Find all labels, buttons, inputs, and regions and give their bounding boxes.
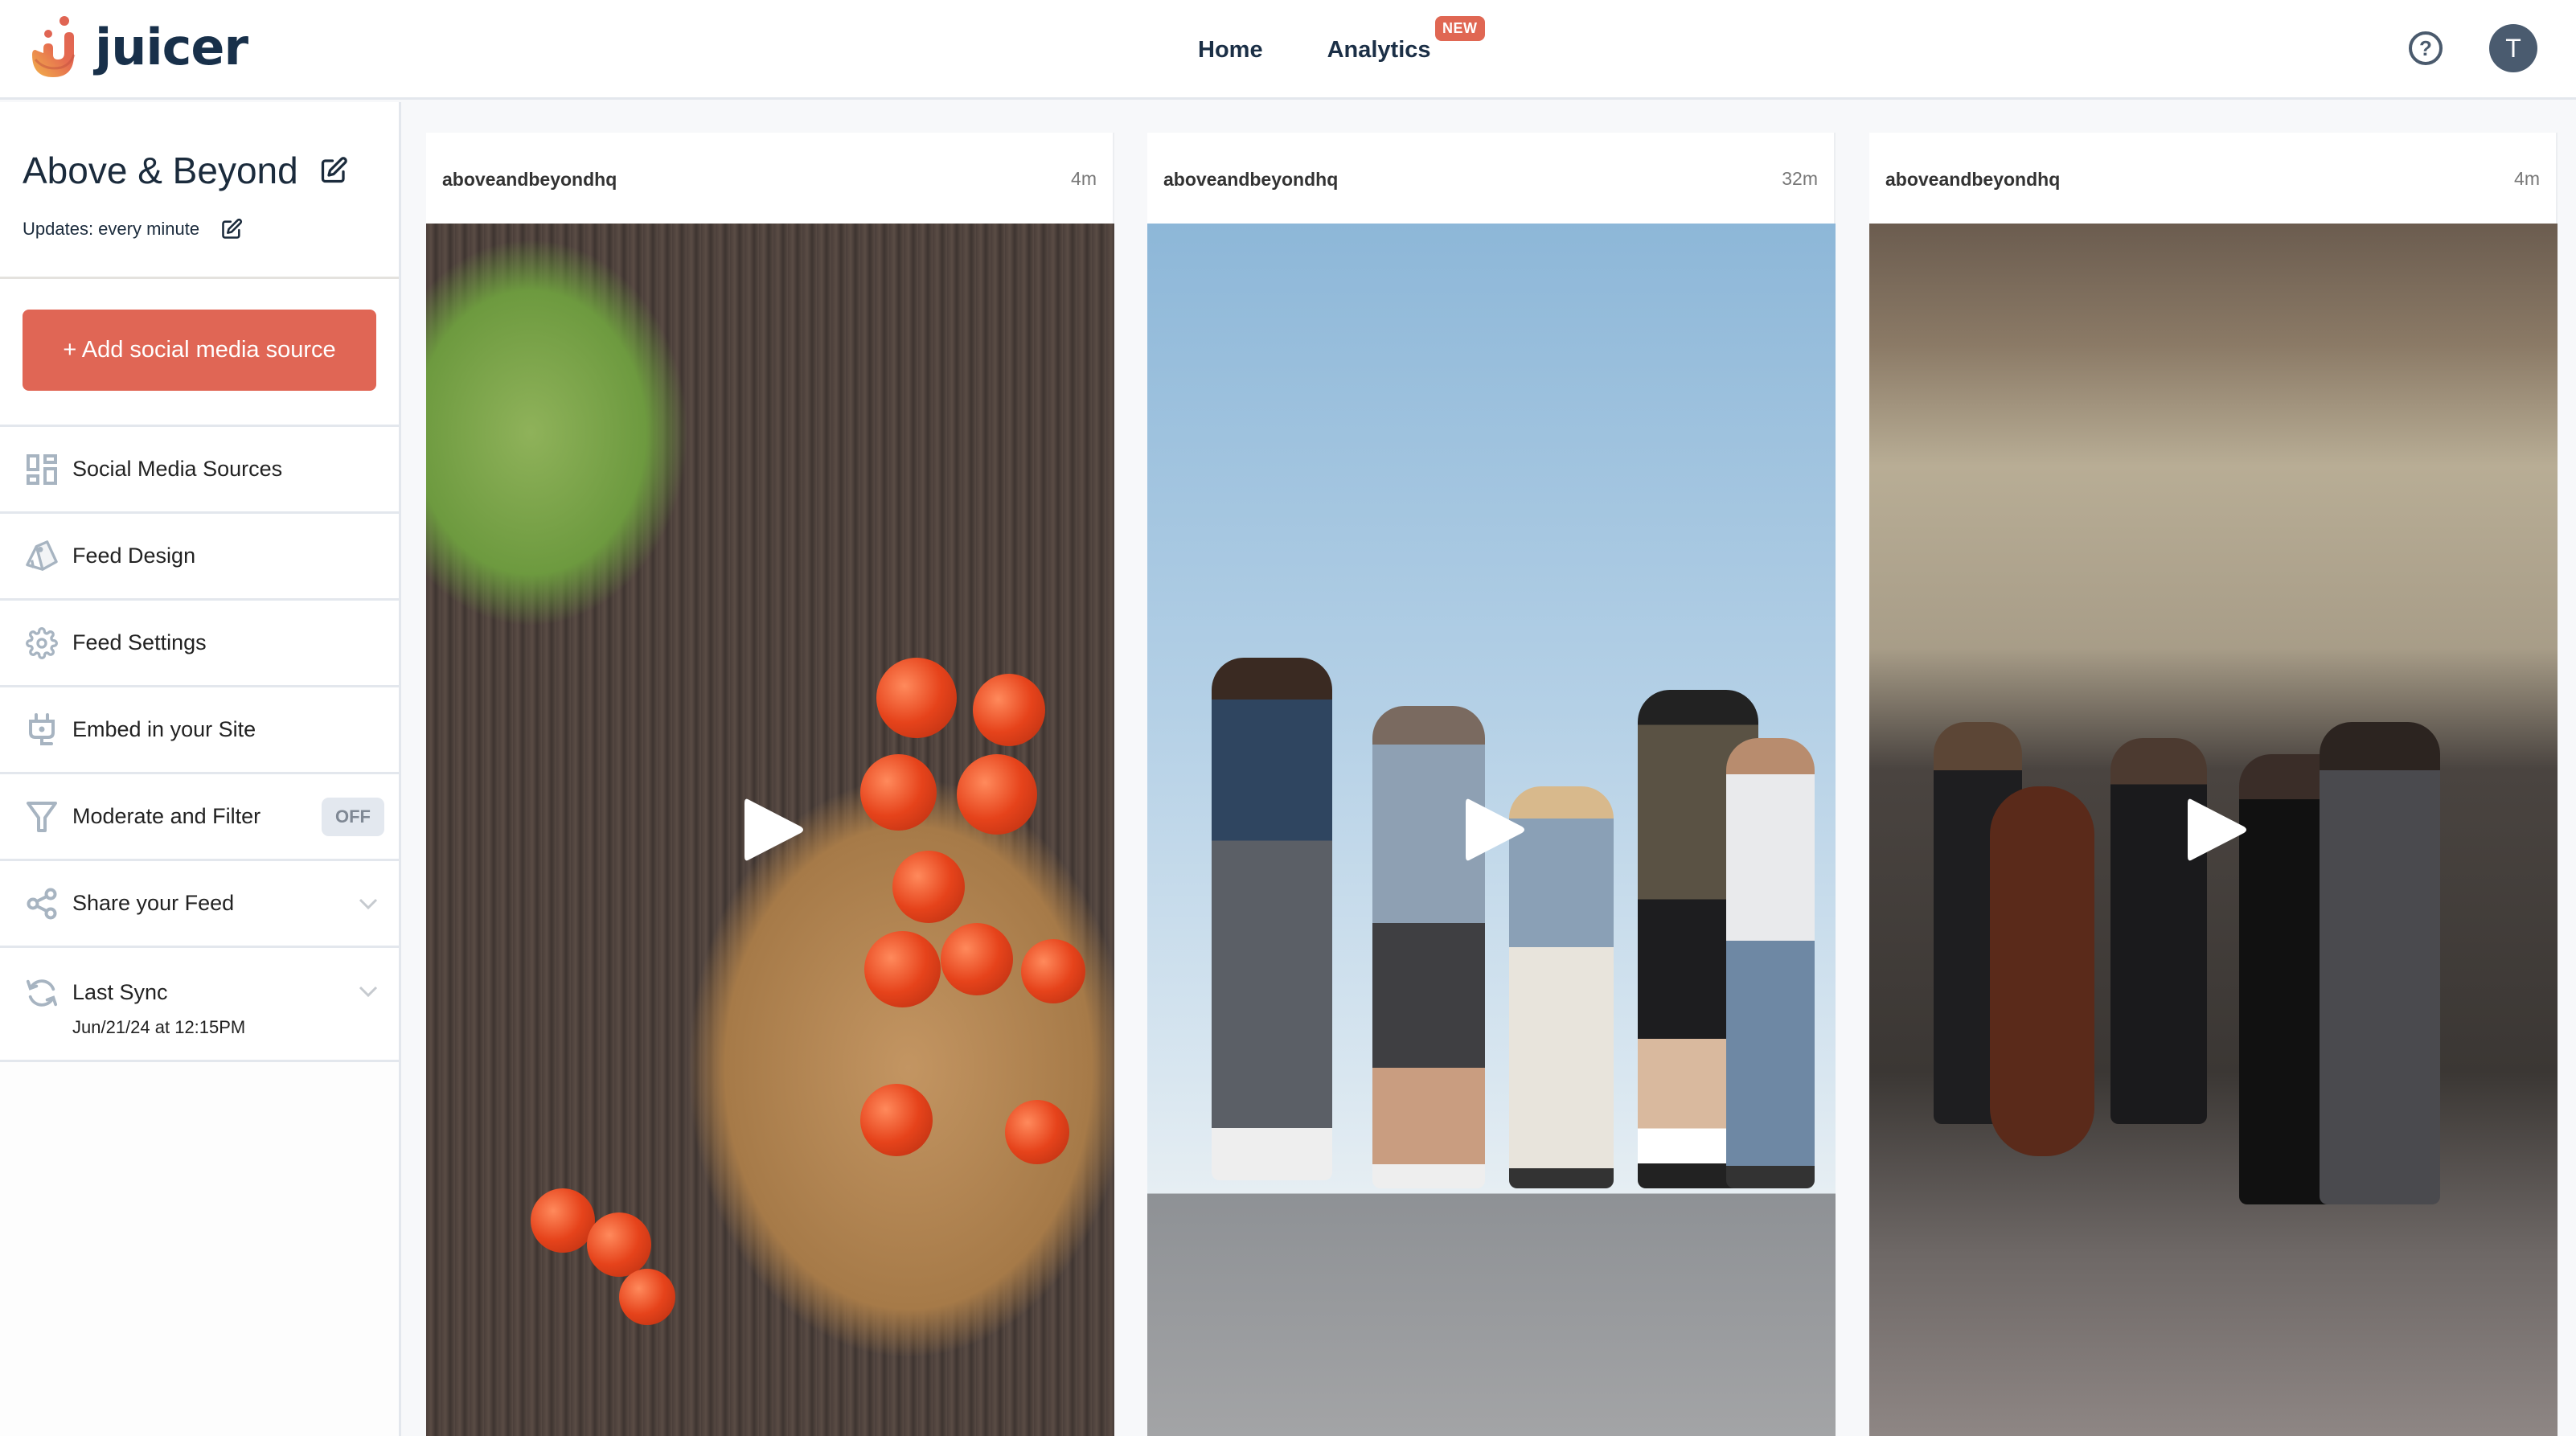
user-avatar[interactable]: T xyxy=(2489,24,2537,72)
post-card[interactable]: aboveandbeyondhq 32m xyxy=(1147,133,1836,1436)
post-username[interactable]: aboveandbeyondhq xyxy=(1163,169,1338,191)
new-badge: NEW xyxy=(1435,16,1485,41)
juicer-logo-icon xyxy=(32,16,76,77)
sidebar-item-social-media-sources[interactable]: Social Media Sources xyxy=(0,427,399,514)
nav-home[interactable]: Home xyxy=(1198,37,1263,64)
tomato-shape xyxy=(531,1188,595,1253)
play-icon[interactable] xyxy=(741,795,806,864)
edit-icon[interactable] xyxy=(220,218,243,240)
feed-title: Above & Beyond xyxy=(23,150,298,191)
sidebar-item-feed-design[interactable]: Feed Design xyxy=(0,514,399,601)
updates-row: Updates: every minute xyxy=(23,218,243,240)
post-video-thumbnail[interactable] xyxy=(426,224,1114,1436)
top-header: juicer Home Analytics NEW ? T xyxy=(0,0,2576,100)
tomato-shape xyxy=(973,674,1045,746)
tomato-shape xyxy=(860,1084,933,1156)
person-shape xyxy=(1212,658,1332,1180)
main-nav: Home Analytics xyxy=(1198,0,1431,100)
tomato-shape xyxy=(957,754,1037,835)
update-frequency: Updates: every minute xyxy=(23,219,200,239)
post-time: 32m xyxy=(1782,168,1818,189)
sidebar: Above & Beyond Updates: every minute + A… xyxy=(0,102,401,1436)
post-time: 4m xyxy=(2514,168,2540,189)
sidebar-item-feed-settings[interactable]: Feed Settings xyxy=(0,601,399,687)
add-source-section: + Add social media source xyxy=(0,279,399,427)
filter-icon xyxy=(26,801,58,833)
last-sync-timestamp: Jun/21/24 at 12:15PM xyxy=(72,1017,246,1037)
sidebar-item-last-sync[interactable]: Last Sync Jun/21/24 at 12:15PM xyxy=(0,948,399,1062)
sidebar-item-label: Share your Feed xyxy=(72,891,235,915)
feed-header: Above & Beyond Updates: every minute xyxy=(0,102,399,279)
sidebar-item-label: Social Media Sources xyxy=(72,457,283,481)
post-card[interactable]: aboveandbeyondhq 4m xyxy=(426,133,1114,1436)
tomato-shape xyxy=(864,931,941,1007)
grid-icon xyxy=(26,453,58,486)
swatch-icon xyxy=(26,540,58,572)
edit-icon[interactable] xyxy=(319,156,348,185)
play-icon[interactable] xyxy=(2184,795,2249,864)
person-shape xyxy=(1990,786,2094,1156)
tomato-shape xyxy=(1005,1100,1069,1164)
plug-icon xyxy=(26,712,58,746)
gear-icon xyxy=(26,626,58,659)
share-icon xyxy=(26,888,58,920)
tomato-shape xyxy=(587,1212,651,1277)
feed-title-row: Above & Beyond xyxy=(23,149,348,192)
tomato-shape xyxy=(941,923,1013,995)
tomato-shape xyxy=(876,658,957,738)
person-shape xyxy=(2320,722,2440,1204)
post-header: aboveandbeyondhq 4m xyxy=(426,133,1113,224)
chevron-down-icon[interactable] xyxy=(359,985,378,998)
post-header: aboveandbeyondhq 4m xyxy=(1869,133,2556,224)
post-card[interactable]: aboveandbeyondhq 4m xyxy=(1869,133,2558,1436)
post-header: aboveandbeyondhq 32m xyxy=(1147,133,1834,224)
tomato-shape xyxy=(1021,939,1085,1003)
sidebar-item-label: Feed Settings xyxy=(72,630,207,654)
chevron-down-icon[interactable] xyxy=(359,897,378,910)
sidebar-item-embed[interactable]: Embed in your Site xyxy=(0,687,399,774)
play-icon[interactable] xyxy=(1462,795,1527,864)
sidebar-item-label: Moderate and Filter xyxy=(72,804,261,828)
post-username[interactable]: aboveandbeyondhq xyxy=(442,169,617,191)
nav-analytics[interactable]: Analytics xyxy=(1327,37,1431,64)
tomato-shape xyxy=(860,754,937,831)
post-video-thumbnail[interactable] xyxy=(1869,224,2558,1436)
juicer-logo[interactable]: juicer xyxy=(29,14,248,79)
person-shape xyxy=(1372,706,1485,1188)
question-circle-icon[interactable]: ? xyxy=(2409,31,2443,65)
moderation-status-badge[interactable]: OFF xyxy=(322,798,384,836)
sidebar-item-share-feed[interactable]: Share your Feed xyxy=(0,861,399,948)
add-social-media-source-button[interactable]: + Add social media source xyxy=(23,310,376,391)
sidebar-item-label: Embed in your Site xyxy=(72,717,256,741)
brand-name: juicer xyxy=(95,17,248,76)
sidebar-item-label: Last Sync xyxy=(72,980,168,1004)
post-time: 4m xyxy=(1071,168,1097,189)
post-username[interactable]: aboveandbeyondhq xyxy=(1885,169,2060,191)
tomato-shape xyxy=(619,1269,675,1325)
post-video-thumbnail[interactable] xyxy=(1147,224,1836,1436)
sidebar-item-moderate-filter[interactable]: Moderate and Filter OFF xyxy=(0,774,399,861)
person-shape xyxy=(1726,738,1815,1188)
tomato-shape xyxy=(892,851,965,923)
sidebar-item-label: Feed Design xyxy=(72,544,196,568)
sync-icon xyxy=(26,977,58,1009)
